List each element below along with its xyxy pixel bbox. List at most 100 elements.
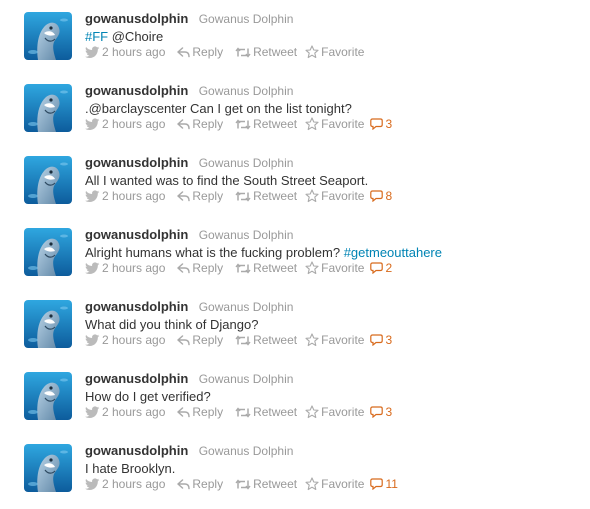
favorite-button[interactable]: Favorite [305,116,364,132]
avatar[interactable] [24,228,72,276]
tweet-item[interactable]: gowanusdolphin Gowanus Dolphin What did … [0,290,590,362]
retweet-icon [235,118,251,130]
favorite-button[interactable]: Favorite [305,404,364,420]
full-name[interactable]: Gowanus Dolphin [199,444,294,458]
avatar[interactable] [24,12,72,60]
timestamp-link[interactable]: 2 hours ago [85,332,165,348]
tweet-header: gowanusdolphin Gowanus Dolphin [85,11,293,27]
retweet-button[interactable]: Retweet [235,44,297,60]
reply-button[interactable]: Reply [177,188,223,204]
retweet-button[interactable]: Retweet [235,116,297,132]
timestamp-label: 2 hours ago [102,189,166,203]
bird-icon [85,45,100,59]
full-name[interactable]: Gowanus Dolphin [199,12,294,26]
favorite-button[interactable]: Favorite [305,476,364,492]
full-name[interactable]: Gowanus Dolphin [199,84,294,98]
retweet-icon [235,406,251,418]
full-name[interactable]: Gowanus Dolphin [199,372,294,386]
username-link[interactable]: gowanusdolphin [85,11,188,26]
avatar[interactable] [24,84,72,132]
timestamp-label: 2 hours ago [102,45,166,59]
tweet-text-segment: What did you think of Django? [85,317,259,332]
favorite-label: Favorite [321,261,365,275]
speech-bubble-icon [370,406,384,418]
reply-button[interactable]: Reply [177,476,223,492]
favorite-label: Favorite [321,405,365,419]
retweet-button[interactable]: Retweet [235,404,297,420]
reply-button[interactable]: Reply [177,332,223,348]
avatar[interactable] [24,444,72,492]
tweet-text: How do I get verified? [85,388,211,405]
reply-arrow-icon [177,334,191,346]
reply-count[interactable]: 11 [370,476,398,492]
reply-arrow-icon [177,406,191,418]
timestamp-link[interactable]: 2 hours ago [85,476,165,492]
username-link[interactable]: gowanusdolphin [85,443,188,458]
tweet-header: gowanusdolphin Gowanus Dolphin [85,443,293,459]
username-link[interactable]: gowanusdolphin [85,83,188,98]
tweet-text-segment: I hate Brooklyn. [85,461,176,476]
timestamp-link[interactable]: 2 hours ago [85,404,165,420]
retweet-button[interactable]: Retweet [235,332,297,348]
favorite-button[interactable]: Favorite [305,44,364,60]
bird-icon [85,261,100,275]
tweet-text-segment: .@barclayscenter Can I get on the list t… [85,101,352,116]
reply-label: Reply [192,477,224,491]
reply-label: Reply [192,333,224,347]
reply-button[interactable]: Reply [177,404,223,420]
avatar[interactable] [24,372,72,420]
timestamp-link[interactable]: 2 hours ago [85,260,165,276]
retweet-label: Retweet [253,477,298,491]
tweet-text: What did you think of Django? [85,316,258,333]
speech-bubble-icon [370,118,384,130]
favorite-button[interactable]: Favorite [305,260,364,276]
reply-count[interactable]: 3 [370,404,392,420]
tweet-text-link[interactable]: #getmeouttahere [344,245,442,260]
timestamp-link[interactable]: 2 hours ago [85,44,165,60]
avatar[interactable] [24,300,72,348]
full-name[interactable]: Gowanus Dolphin [199,228,294,242]
tweet-item[interactable]: gowanusdolphin Gowanus Dolphin Alright h… [0,218,590,290]
retweet-label: Retweet [253,117,298,131]
tweet-item[interactable]: gowanusdolphin Gowanus Dolphin I hate Br… [0,434,590,506]
retweet-button[interactable]: Retweet [235,260,297,276]
username-link[interactable]: gowanusdolphin [85,155,188,170]
favorite-button[interactable]: Favorite [305,332,364,348]
timestamp-link[interactable]: 2 hours ago [85,116,165,132]
reply-count[interactable]: 3 [370,116,392,132]
tweet-text-link[interactable]: #FF [85,29,108,44]
username-link[interactable]: gowanusdolphin [85,299,188,314]
reply-count[interactable]: 8 [370,188,392,204]
tweet-actions: 2 hours ago Reply Retweet [85,116,392,132]
full-name[interactable]: Gowanus Dolphin [199,156,294,170]
tweet-item[interactable]: gowanusdolphin Gowanus Dolphin All I wan… [0,146,590,218]
username-link[interactable]: gowanusdolphin [85,227,188,242]
tweet-item[interactable]: gowanusdolphin Gowanus Dolphin #FF @Choi… [0,2,590,74]
retweet-icon [235,262,251,274]
retweet-label: Retweet [253,405,298,419]
tweet-item[interactable]: gowanusdolphin Gowanus Dolphin .@barclay… [0,74,590,146]
bird-icon [85,477,100,491]
reply-count[interactable]: 3 [370,332,392,348]
reply-count-label: 8 [385,189,393,203]
reply-button[interactable]: Reply [177,44,223,60]
tweet-item[interactable]: gowanusdolphin Gowanus Dolphin How do I … [0,362,590,434]
avatar[interactable] [24,156,72,204]
reply-button[interactable]: Reply [177,260,223,276]
timestamp-link[interactable]: 2 hours ago [85,188,165,204]
tweet-text: Alright humans what is the fucking probl… [85,244,442,261]
timestamp-label: 2 hours ago [102,261,166,275]
retweet-button[interactable]: Retweet [235,476,297,492]
speech-bubble-icon [370,334,384,346]
tweet-actions: 2 hours ago Reply Retweet [85,44,364,60]
retweet-button[interactable]: Retweet [235,188,297,204]
username-link[interactable]: gowanusdolphin [85,371,188,386]
full-name[interactable]: Gowanus Dolphin [199,300,294,314]
favorite-button[interactable]: Favorite [305,188,364,204]
reply-button[interactable]: Reply [177,116,223,132]
timestamp-label: 2 hours ago [102,333,166,347]
star-outline-icon [305,333,319,347]
reply-count[interactable]: 2 [370,260,392,276]
retweet-label: Retweet [253,189,298,203]
tweet-text: #FF @Choire [85,28,163,45]
